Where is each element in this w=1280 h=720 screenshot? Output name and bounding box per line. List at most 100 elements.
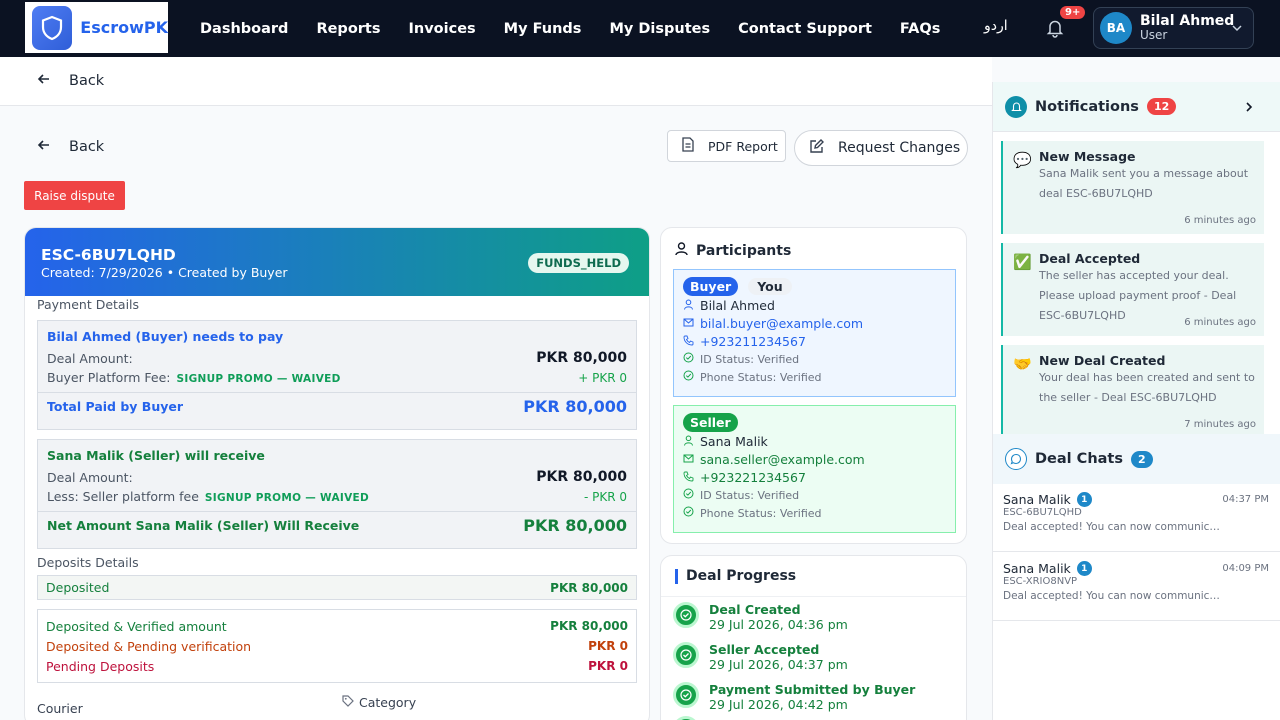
app-name: EscrowPK [80, 18, 168, 37]
arrow-left-icon[interactable] [37, 72, 51, 90]
app-logo[interactable]: EscrowPK [25, 2, 168, 53]
step-title: Deal Created [709, 602, 801, 617]
buyer-fee-label: Buyer Platform Fee: [47, 370, 171, 385]
language-toggle[interactable]: اردو [984, 18, 1008, 34]
step-title: Seller Accepted [709, 642, 820, 657]
nav-invoices[interactable]: Invoices [409, 21, 476, 37]
verified-amount: PKR 80,000 [550, 619, 628, 633]
seller-email-link[interactable]: sana.seller@example.com [700, 452, 865, 467]
payment-details-label: Payment Details [37, 297, 140, 312]
promo-tag: SIGNUP PROMO — WAIVED [176, 373, 341, 385]
net-amount: PKR 80,000 [523, 516, 627, 535]
check-mark-icon: ✅ [1013, 253, 1032, 271]
chat-item[interactable]: Sana Malik 1 ESC-6BU7LQHD Deal accepted!… [993, 484, 1280, 552]
chat-item[interactable]: Sana Malik 1 ESC-XRIO8NVP Deal accepted!… [993, 553, 1280, 621]
buyer-id-status: ID Status: Verified [700, 352, 800, 366]
nav-faqs[interactable]: FAQs [900, 21, 940, 37]
deposited-amount: PKR 80,000 [550, 580, 628, 595]
notification-time: 6 minutes ago [1184, 215, 1256, 226]
notifications-header[interactable]: Notifications 12 [993, 82, 1280, 132]
back-label: Back [69, 139, 105, 155]
notification-item[interactable]: 💬 New Message Sana Malik sent you a mess… [1001, 141, 1264, 234]
main-nav: Dashboard Reports Invoices My Funds My D… [200, 0, 940, 57]
progress-step: Payment Submitted by Buyer 29 Jul 2026, … [673, 682, 915, 720]
buyer-name: Bilal Ahmed [700, 297, 775, 313]
step-title: Payment Submitted by Buyer [709, 682, 916, 697]
buyer-phone-link[interactable]: +923211234567 [700, 334, 806, 349]
step-date: 29 Jul 2026, 04:42 pm [709, 697, 848, 712]
pending-deposits-amount: PKR 0 [588, 659, 628, 673]
chat-time: 04:37 PM [1222, 494, 1269, 505]
back-link[interactable]: Back [37, 138, 104, 156]
tag-icon [342, 695, 354, 710]
check-circle-icon [683, 370, 694, 384]
seller-receive-box: Sana Malik (Seller) will receive Deal Am… [37, 439, 637, 549]
back-link-top[interactable]: Back [69, 73, 104, 89]
chat-preview: Deal accepted! You can now communicate t… [1003, 521, 1223, 533]
step-date: 29 Jul 2026, 04:37 pm [709, 657, 848, 672]
raise-dispute-button[interactable]: Raise dispute [24, 181, 125, 210]
seller-receive-title: Sana Malik (Seller) will receive [47, 448, 265, 463]
seller-fee-amount: - PKR 0 [583, 489, 627, 504]
back-bar: Back [0, 57, 992, 106]
pending-verification-amount: PKR 0 [588, 639, 628, 653]
buyer-email-link[interactable]: bilal.buyer@example.com [700, 316, 863, 331]
person-icon [683, 434, 694, 449]
nav-dashboard[interactable]: Dashboard [200, 21, 288, 37]
top-navbar: EscrowPK Dashboard Reports Invoices My F… [0, 0, 1280, 57]
chat-bubble-icon: 💬 [1013, 151, 1032, 169]
document-icon [682, 137, 694, 155]
user-name: Bilal Ahmed [1140, 13, 1235, 29]
verified-label: Deposited & Verified amount [46, 618, 227, 634]
chevron-down-icon [1231, 22, 1243, 38]
seller-fee-label: Less: Seller platform fee [47, 489, 199, 504]
chat-contact-name: Sana Malik [1003, 561, 1071, 576]
pending-deposits-label: Pending Deposits [46, 658, 155, 674]
check-icon [673, 716, 699, 720]
seller-phone-link[interactable]: +923221234567 [700, 470, 806, 485]
notification-body: Your deal has been created and sent to t… [1039, 371, 1255, 404]
buyer-participant-box: Buyer You Bilal Ahmed bilal.buyer@exampl… [673, 269, 956, 397]
notification-time: 7 minutes ago [1184, 419, 1256, 430]
seller-tag: Seller [683, 412, 738, 432]
net-amount-label: Net Amount Sana Malik (Seller) Will Rece… [47, 518, 360, 533]
notification-title: New Deal Created [1039, 353, 1166, 368]
chat-deal-id: ESC-XRIO8NVP [1003, 576, 1078, 587]
deal-amount: PKR 80,000 [536, 469, 627, 485]
accent-bar [675, 568, 678, 584]
pdf-report-button[interactable]: PDF Report [667, 130, 786, 162]
check-circle-icon [683, 506, 694, 520]
bell-icon [1005, 95, 1027, 118]
user-menu[interactable]: BA Bilal Ahmed User [1093, 7, 1254, 49]
phone-icon [683, 470, 694, 485]
deal-chats-count: 2 [1130, 450, 1153, 468]
edit-icon [809, 138, 824, 158]
nav-contact-support[interactable]: Contact Support [738, 21, 872, 37]
participants-card: Participants Buyer You Bilal Ahmed bilal… [660, 227, 967, 544]
notification-item[interactable]: 🤝 New Deal Created Your deal has been cr… [1001, 345, 1264, 438]
courier-label: Courier [37, 701, 83, 716]
check-circle-icon [683, 352, 694, 366]
deposit-breakdown: Deposited & Verified amount PKR 80,000 D… [37, 609, 637, 683]
chat-time: 04:09 PM [1222, 563, 1269, 574]
check-icon [673, 682, 699, 708]
deal-header: ESC-6BU7LQHD Created: 7/29/2026 • Create… [25, 228, 649, 296]
notification-item[interactable]: ✅ Deal Accepted The seller has accepted … [1001, 243, 1264, 336]
buyer-pay-title: Bilal Ahmed (Buyer) needs to pay [47, 329, 284, 344]
seller-phone-status: Phone Status: Verified [700, 506, 822, 520]
check-icon [673, 642, 699, 668]
notification-body: Sana Malik sent you a message about deal… [1039, 167, 1249, 200]
notification-count-badge: 9+ [1060, 6, 1086, 19]
request-changes-button[interactable]: Request Changes [794, 130, 968, 166]
nav-my-funds[interactable]: My Funds [504, 21, 582, 37]
nav-reports[interactable]: Reports [316, 21, 380, 37]
deal-chats-header[interactable]: Deal Chats 2 [993, 434, 1280, 484]
chevron-right-icon[interactable] [1244, 101, 1254, 117]
unread-badge: 1 [1076, 561, 1092, 576]
promo-tag: SIGNUP PROMO — WAIVED [204, 492, 369, 504]
nav-my-disputes[interactable]: My Disputes [609, 21, 710, 37]
bell-icon[interactable] [1046, 18, 1064, 42]
seller-participant-box: Seller Sana Malik sana.seller@example.co… [673, 405, 956, 533]
progress-step: Seller Accepted 29 Jul 2026, 04:37 pm [673, 642, 848, 682]
user-icon [675, 242, 688, 260]
